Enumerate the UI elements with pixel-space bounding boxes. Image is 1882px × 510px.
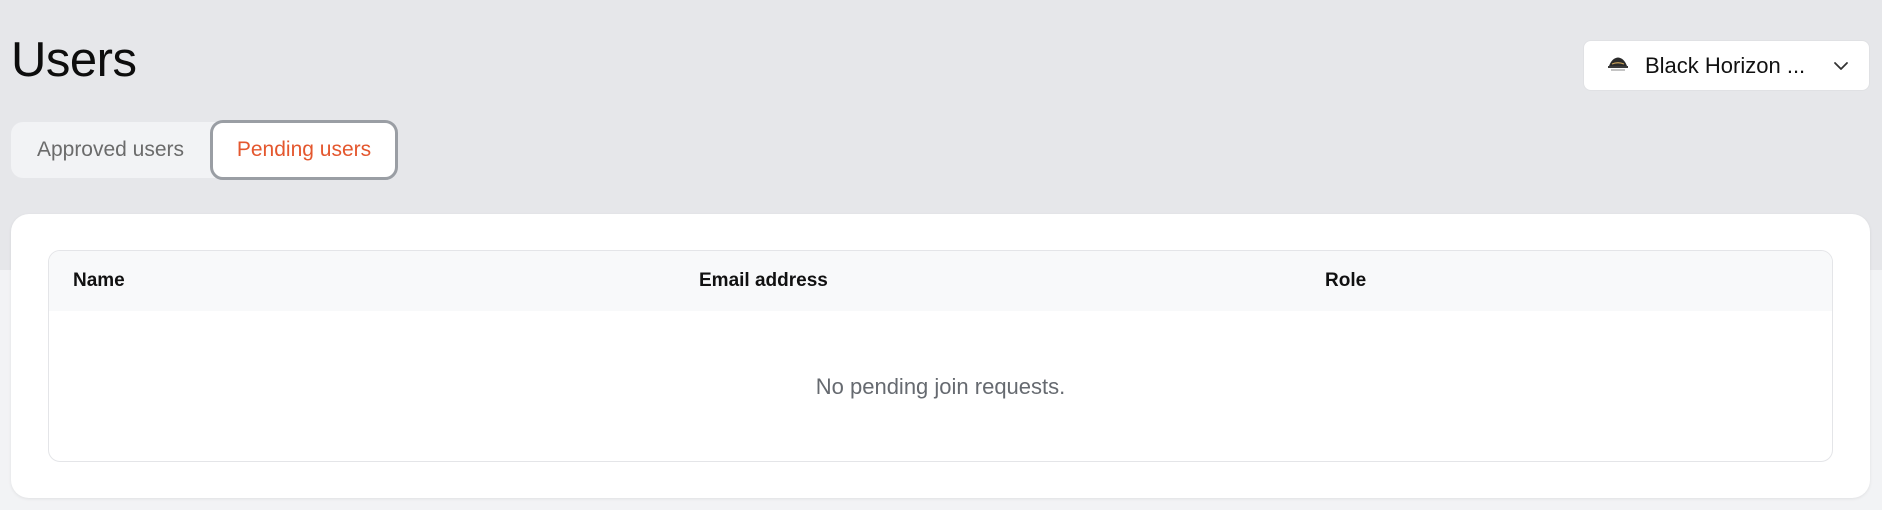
org-logo-icon [1603,50,1633,81]
organization-name: Black Horizon ... [1645,52,1806,78]
organization-selector[interactable]: Black Horizon ... [1583,40,1870,91]
pending-users-table: Name Email address Role No pending join … [48,250,1833,462]
page-title: Users [11,33,137,87]
empty-state-message: No pending join requests. [815,374,1066,399]
column-header-role: Role [1325,270,1367,291]
tab-pending-users[interactable]: Pending users [210,120,398,180]
user-tabs: Approved users Pending users [11,120,398,180]
table-header: Name Email address Role [49,251,1832,311]
pending-users-card: Name Email address Role No pending join … [11,214,1870,498]
column-header-name: Name [73,270,125,291]
tab-approved-users[interactable]: Approved users [11,122,210,178]
chevron-down-icon [1834,62,1848,70]
column-header-email: Email address [699,270,828,291]
